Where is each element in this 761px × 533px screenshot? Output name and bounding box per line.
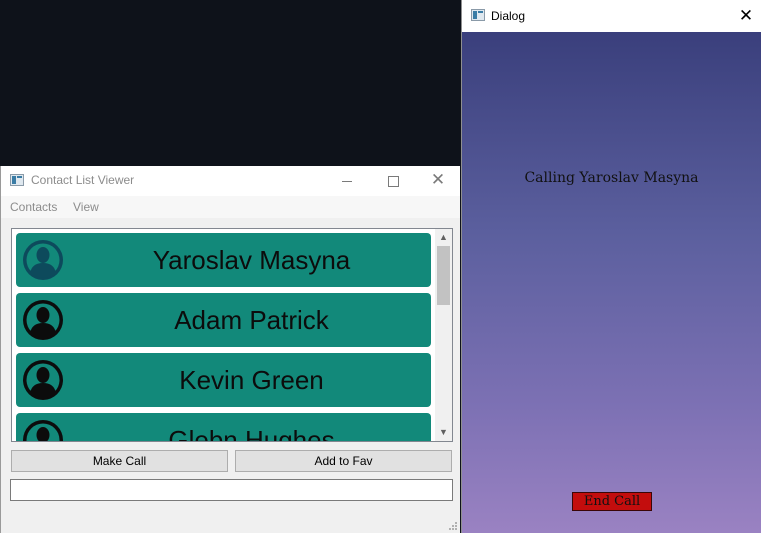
scrollbar-thumb[interactable] bbox=[437, 246, 450, 305]
contact-card-glebn-hughes[interactable]: Glebn Hughes bbox=[16, 413, 431, 442]
calling-status-text: Calling Yaroslav Masyna bbox=[524, 170, 699, 186]
dialog-body: Calling Yaroslav Masyna End Call bbox=[462, 32, 761, 533]
close-button[interactable]: ✕ bbox=[415, 166, 461, 196]
menu-view[interactable]: View bbox=[73, 200, 99, 214]
contact-list[interactable]: Yaroslav Masyna Adam Patrick Kevin Green… bbox=[11, 228, 453, 442]
menu-bar: Contacts View bbox=[1, 196, 460, 218]
end-call-button[interactable]: End Call bbox=[572, 492, 652, 511]
close-icon: ✕ bbox=[430, 170, 446, 190]
dialog-title: Dialog bbox=[491, 9, 526, 23]
contact-card-yaroslav-masyna[interactable]: Yaroslav Masyna bbox=[16, 233, 431, 287]
contact-name: Adam Patrick bbox=[174, 305, 329, 335]
maximize-button[interactable] bbox=[370, 166, 416, 196]
add-to-fav-button[interactable]: Add to Fav bbox=[235, 450, 452, 472]
scroll-up-arrow-icon[interactable]: ▲ bbox=[435, 229, 452, 246]
contact-name: Kevin Green bbox=[179, 365, 324, 395]
avatar-icon bbox=[22, 419, 64, 441]
contact-name: Glebn Hughes bbox=[168, 425, 335, 442]
resize-grip-icon[interactable] bbox=[448, 521, 458, 531]
avatar-icon bbox=[22, 299, 64, 341]
window-title: Contact List Viewer bbox=[31, 173, 135, 187]
contact-card-kevin-green[interactable]: Kevin Green bbox=[16, 353, 431, 407]
app-window-icon bbox=[10, 174, 24, 186]
make-call-button[interactable]: Make Call bbox=[11, 450, 228, 472]
contact-card-adam-patrick[interactable]: Adam Patrick bbox=[16, 293, 431, 347]
maximize-icon bbox=[387, 175, 399, 187]
avatar-icon bbox=[22, 239, 64, 281]
dialog-title-bar[interactable]: Dialog ✕ bbox=[462, 0, 761, 32]
dialog-window: Dialog ✕ Calling Yaroslav Masyna End Cal… bbox=[461, 0, 761, 533]
minimize-icon bbox=[342, 180, 352, 182]
avatar-icon bbox=[22, 359, 64, 401]
text-input-field[interactable] bbox=[10, 479, 453, 501]
menu-contacts[interactable]: Contacts bbox=[10, 200, 57, 214]
dialog-window-icon bbox=[471, 9, 485, 21]
vertical-scrollbar[interactable]: ▲ ▼ bbox=[435, 229, 452, 441]
contact-name: Yaroslav Masyna bbox=[152, 245, 351, 275]
contact-list-viewer-window: Contact List Viewer ✕ Contacts View Yaro… bbox=[0, 166, 460, 533]
scroll-down-arrow-icon[interactable]: ▼ bbox=[435, 424, 452, 441]
minimize-button[interactable] bbox=[324, 166, 370, 196]
title-bar[interactable]: Contact List Viewer ✕ bbox=[1, 166, 460, 196]
dialog-close-icon[interactable]: ✕ bbox=[731, 0, 761, 32]
